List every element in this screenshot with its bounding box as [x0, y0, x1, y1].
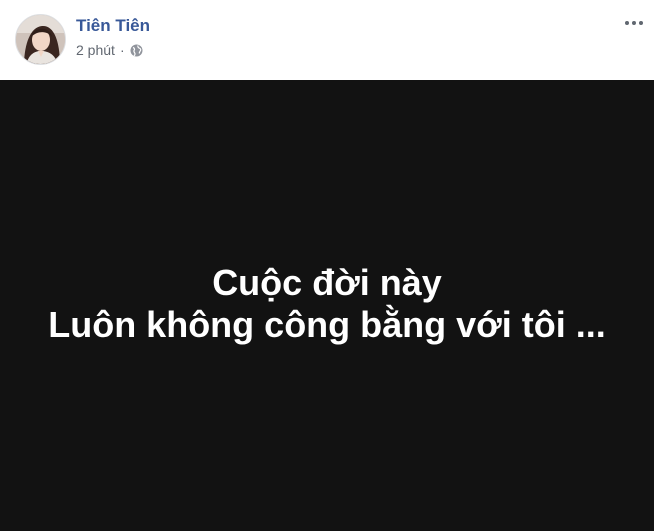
more-options-dot	[632, 21, 636, 25]
meta-separator: ·	[119, 42, 125, 58]
more-options-dot	[625, 21, 629, 25]
status-line-2: Luôn không công bằng với tôi ...	[48, 303, 606, 345]
status-line-1: Cuộc đời này	[212, 261, 442, 303]
facebook-post: Tiên Tiên 2 phút · Cuộc đời này Luôn khô…	[0, 0, 654, 531]
post-meta: 2 phút ·	[76, 42, 143, 58]
more-options-dot	[639, 21, 643, 25]
avatar-photo-icon	[16, 15, 65, 64]
post-timestamp[interactable]: 2 phút	[76, 42, 115, 58]
author-avatar[interactable]	[15, 14, 66, 65]
author-name[interactable]: Tiên Tiên	[76, 16, 150, 36]
status-background: Cuộc đời này Luôn không công bằng với tô…	[0, 80, 654, 531]
post-header: Tiên Tiên 2 phút ·	[0, 0, 654, 79]
more-options-icon[interactable]	[622, 14, 646, 32]
globe-icon[interactable]	[130, 44, 143, 57]
